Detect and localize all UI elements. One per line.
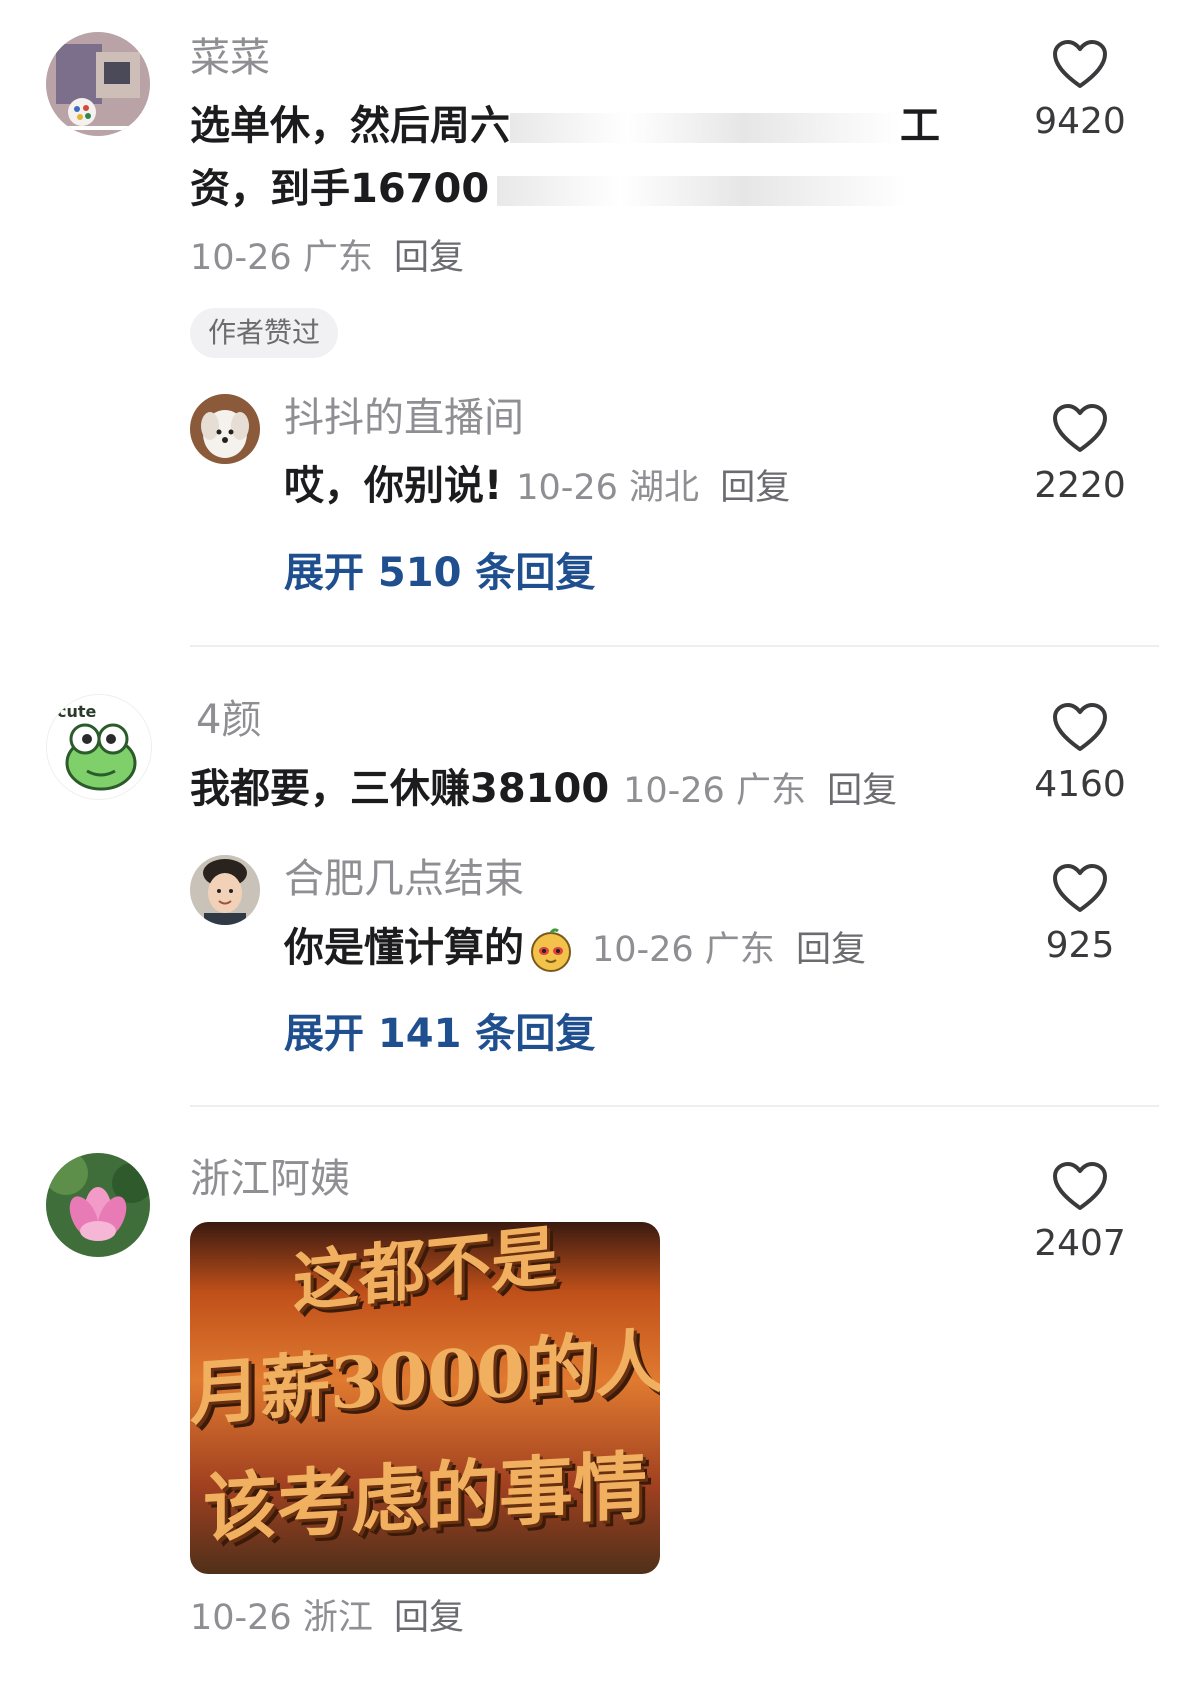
comment-text-line1-end: 工 [900,103,940,149]
avatar[interactable]: cute [46,694,152,800]
username[interactable]: 抖抖的直播间 [284,394,524,442]
like-count: 925 [1045,925,1115,966]
smile-emoji-icon [531,928,571,972]
comment-text: 选单休，然后周六 工 [190,93,940,159]
reply-text: 你是懂计算的 10-26 广东 回复 [284,925,866,972]
comment-meta: 10-26 浙江 回复 [190,1596,464,1640]
avatar[interactable] [190,394,260,464]
comment-meta: 10-26 广东 回复 [190,236,464,280]
reply-button[interactable]: 回复 [827,771,897,811]
heart-icon [1053,864,1107,912]
like-button[interactable]: 2220 [1010,404,1150,508]
like-button[interactable]: 925 [1010,864,1150,968]
username[interactable]: 菜菜 [190,34,270,82]
expand-replies-button[interactable]: 展开 141 条回复 [284,1009,595,1059]
like-count: 2220 [1034,465,1126,506]
divider [190,1105,1159,1107]
comment-date: 10-26 [190,1598,292,1638]
reply-text: 哎，你别说! 10-26 湖北 回复 [284,463,791,509]
username[interactable]: 4颜 [196,696,261,744]
heart-icon [1053,1162,1107,1210]
avatar-text: cute [57,702,97,721]
username[interactable]: 合肥几点结束 [284,855,524,903]
author-liked-badge: 作者赞过 [190,308,339,358]
reply-button[interactable]: 回复 [394,238,464,278]
reply-button[interactable]: 回复 [720,468,790,508]
like-count: 4160 [1034,764,1126,805]
reply-meta: 10-26 湖北 回复 [516,468,791,508]
redacted-text [510,113,900,143]
avatar[interactable] [46,32,150,136]
like-button[interactable]: 9420 [1010,40,1150,144]
like-count: 2407 [1034,1223,1126,1264]
expand-replies-button[interactable]: 展开 510 条回复 [284,548,595,598]
reply-button[interactable]: 回复 [394,1598,464,1638]
reply-button[interactable]: 回复 [796,930,866,970]
meme-text-line: 该考虑的事情 [203,1443,647,1553]
comment-text-line1: 选单休，然后周六 [190,103,510,149]
like-button[interactable]: 2407 [1010,1162,1150,1266]
comment-text-line2: 资，到手16700 [190,156,908,222]
meme-image[interactable]: 这都不是 月薪3000的人 该考虑的事情 [190,1222,660,1574]
reply-meta: 10-26 广东 回复 [591,930,866,970]
avatar[interactable] [46,1153,150,1257]
comment-location: 浙江 [302,1598,373,1638]
like-button[interactable]: 4160 [1010,703,1150,807]
avatar[interactable] [190,855,260,925]
comment-date: 10-26 [190,238,292,278]
heart-icon [1053,40,1107,88]
heart-icon [1053,404,1107,452]
divider [190,645,1159,647]
heart-icon [1053,703,1107,751]
comment-text: 我都要，三休赚38100 10-26 广东 回复 [190,766,898,812]
like-count: 9420 [1034,101,1126,142]
comment-location: 广东 [302,238,373,278]
redacted-text [497,176,908,206]
username[interactable]: 浙江阿姨 [190,1155,350,1203]
comment-meta: 10-26 广东 回复 [623,771,898,811]
